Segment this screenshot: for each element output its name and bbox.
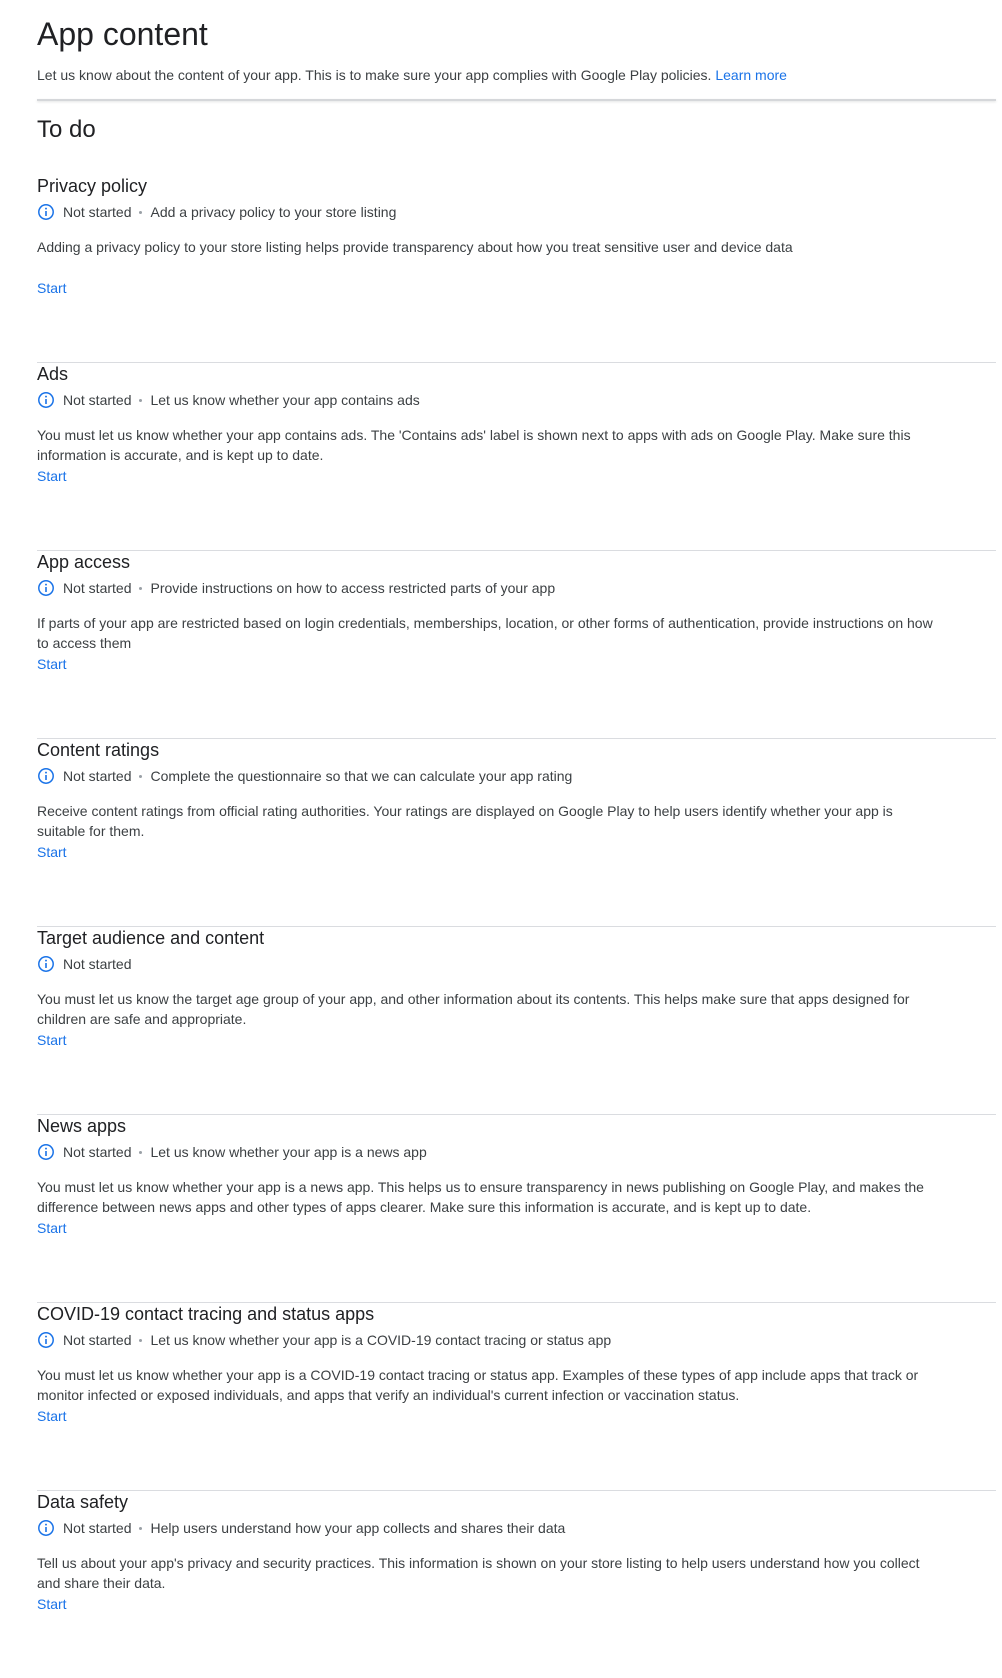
- info-icon: [37, 1143, 55, 1161]
- task-card-content-ratings: Content ratings Not started Complete the q…: [37, 738, 996, 927]
- dot-separator: [139, 586, 143, 590]
- task-title: App access: [37, 552, 131, 572]
- status-label: Not started: [63, 204, 132, 220]
- task-description: You must let us know whether your app co…: [37, 427, 911, 463]
- dot-separator: [139, 774, 143, 778]
- start-button[interactable]: Start: [37, 1219, 67, 1237]
- dot-separator: [139, 1150, 143, 1154]
- task-summary: Add a privacy policy to your store listi…: [150, 204, 397, 220]
- task-status-row: Not started Add a privacy policy to your …: [37, 203, 396, 221]
- status-label: Not started: [63, 956, 132, 972]
- start-button[interactable]: Start: [37, 467, 67, 485]
- task-summary: Let us know whether your app is a news a…: [150, 1144, 427, 1160]
- status-label: Not started: [63, 392, 132, 408]
- task-status-row: Not started Provide instructions on how t…: [37, 579, 555, 597]
- task-description: Tell us about your app's privacy and sec…: [37, 1555, 920, 1591]
- task-status-row: Not started Let us know whether your app …: [37, 1143, 427, 1161]
- task-summary: Complete the questionnaire so that we ca…: [150, 768, 573, 784]
- info-icon: [37, 579, 55, 597]
- task-card-app-access: App access Not started Provide instruction…: [37, 550, 996, 739]
- task-card-covid-19-apps: COVID-19 contact tracing and status apps…: [37, 1302, 996, 1491]
- task-status-row: Not started Let us know whether your app …: [37, 1331, 611, 1349]
- dot-separator: [139, 210, 143, 214]
- task-card-data-safety: Data safety Not started Help users underst…: [37, 1490, 996, 1678]
- task-title: Content ratings: [37, 740, 160, 760]
- info-icon: [37, 203, 55, 221]
- task-description: You must let us know the target age grou…: [37, 991, 910, 1027]
- task-description: Receive content ratings from official ra…: [37, 803, 893, 839]
- task-card-news-apps: News apps Not started Let us know whether …: [37, 1114, 996, 1303]
- task-card-privacy-policy: Privacy policy Not started Add a privacy p…: [37, 174, 996, 363]
- task-card-ads: Ads Not started Let us know whether your a…: [37, 362, 996, 551]
- task-status-row: Not started: [37, 955, 131, 973]
- start-button[interactable]: Start: [37, 1031, 67, 1049]
- todo-section-title: To do: [37, 116, 96, 143]
- task-title: COVID-19 contact tracing and status apps: [37, 1304, 375, 1324]
- info-icon: [37, 767, 55, 785]
- task-title: News apps: [37, 1116, 127, 1136]
- task-summary: Provide instructions on how to access re…: [150, 580, 556, 596]
- page-description-text: Let us know about the content of your ap…: [37, 67, 712, 83]
- status-label: Not started: [63, 1144, 132, 1160]
- start-button[interactable]: Start: [37, 655, 67, 673]
- task-status-row: Not started Help users understand how you…: [37, 1519, 565, 1537]
- task-status-row: Not started Let us know whether your app …: [37, 391, 420, 409]
- info-icon: [37, 955, 55, 973]
- dot-separator: [139, 1338, 143, 1342]
- task-card-target-audience: Target audience and content Not started Yo…: [37, 926, 996, 1115]
- task-summary: Let us know whether your app is a COVID-…: [150, 1332, 612, 1348]
- task-summary: Let us know whether your app contains ad…: [150, 392, 420, 408]
- task-title: Ads: [37, 364, 69, 384]
- status-label: Not started: [63, 1520, 132, 1536]
- header-divider: [37, 99, 996, 101]
- learn-more-link[interactable]: Learn more: [715, 67, 787, 83]
- info-icon: [37, 1519, 55, 1537]
- task-title: Data safety: [37, 1492, 129, 1512]
- task-status-row: Not started Complete the questionnaire so…: [37, 767, 572, 785]
- task-description: You must let us know whether your app is…: [37, 1367, 919, 1403]
- task-title: Privacy policy: [37, 176, 148, 196]
- status-label: Not started: [63, 1332, 132, 1348]
- start-button[interactable]: Start: [37, 279, 67, 297]
- task-description: If parts of your app are restricted base…: [37, 615, 933, 651]
- start-button[interactable]: Start: [37, 1407, 67, 1425]
- status-label: Not started: [63, 580, 132, 596]
- start-button[interactable]: Start: [37, 843, 67, 861]
- info-icon: [37, 1331, 55, 1349]
- task-summary: Help users understand how your app colle…: [150, 1520, 566, 1536]
- task-description: Adding a privacy policy to your store li…: [37, 239, 793, 255]
- page-description: Let us know about the content of your ap…: [37, 66, 787, 84]
- task-description: You must let us know whether your app is…: [37, 1179, 924, 1215]
- page-title: App content: [37, 16, 208, 52]
- task-title: Target audience and content: [37, 928, 265, 948]
- status-label: Not started: [63, 768, 132, 784]
- info-icon: [37, 391, 55, 409]
- dot-separator: [139, 398, 143, 402]
- dot-separator: [139, 1526, 143, 1530]
- start-button[interactable]: Start: [37, 1595, 67, 1613]
